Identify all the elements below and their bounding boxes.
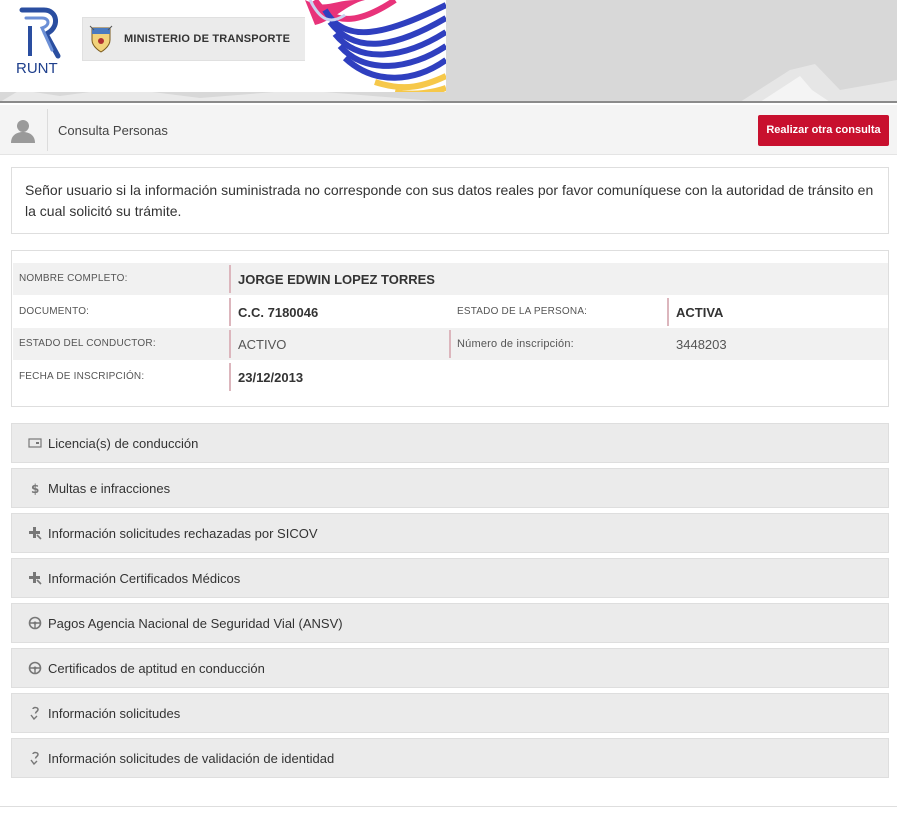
section-label: Información Certificados Médicos (48, 571, 241, 586)
fecha-label: FECHA DE INSCRIPCIÓN: (19, 371, 145, 382)
ministry-name: MINISTERIO DE TRANSPORTE (124, 33, 291, 45)
site-header: RUNT MINISTERIO DE TRANSPORTE (0, 0, 897, 103)
inscripcion-num-value: 3448203 (676, 337, 727, 352)
titlebar-separator (47, 109, 48, 151)
section-aptitud[interactable]: Certificados de aptitud en conducción (11, 648, 889, 688)
info-row-nombre: NOMBRE COMPLETO: JORGE EDWIN LOPEZ TORRE… (13, 263, 888, 295)
footer-divider (0, 806, 897, 807)
info-row-documento: DOCUMENTO: C.C. 7180046 ESTADO DE LA PER… (13, 296, 888, 328)
page-titlebar: Consulta Personas Realizar otra consulta (0, 105, 897, 155)
question-arrow-icon (30, 706, 39, 720)
person-info-card: NOMBRE COMPLETO: JORGE EDWIN LOPEZ TORRE… (11, 250, 889, 407)
section-label: Información solicitudes de validación de… (48, 751, 335, 766)
nombre-value: JORGE EDWIN LOPEZ TORRES (238, 272, 435, 287)
section-certificados-medicos[interactable]: Información Certificados Médicos (11, 558, 889, 598)
license-card-icon (28, 438, 42, 448)
section-validacion-identidad[interactable]: Información solicitudes de validación de… (11, 738, 889, 778)
medical-cross-icon (29, 572, 42, 585)
dollar-icon: $ (31, 482, 39, 495)
section-label: Licencia(s) de conducción (48, 436, 199, 451)
estado-persona-label: ESTADO DE LA PERSONA: (457, 306, 588, 317)
notice-message: Señor usuario si la información suminist… (11, 167, 889, 234)
section-label: Información solicitudes rechazadas por S… (48, 526, 318, 541)
estado-conductor-value: ACTIVO (238, 337, 287, 352)
section-label: Certificados de aptitud en conducción (48, 661, 265, 676)
header-divider (0, 101, 897, 103)
colombia-shield-icon (89, 25, 113, 53)
new-query-button[interactable]: Realizar otra consulta (758, 115, 889, 146)
section-sicov[interactable]: Información solicitudes rechazadas por S… (11, 513, 889, 553)
steering-wheel-icon (28, 661, 42, 675)
info-row-fecha: FECHA DE INSCRIPCIÓN: 23/12/2013 (13, 361, 888, 393)
nombre-label: NOMBRE COMPLETO: (19, 273, 128, 284)
section-label: Pagos Agencia Nacional de Seguridad Vial… (48, 616, 343, 631)
estado-conductor-label: ESTADO DEL CONDUCTOR: (19, 338, 156, 349)
section-ansv[interactable]: Pagos Agencia Nacional de Seguridad Vial… (11, 603, 889, 643)
flag-waves-decoration (305, 0, 446, 92)
inscripcion-num-label: Número de inscripción: (457, 338, 574, 350)
svg-text:$: $ (31, 482, 39, 495)
section-solicitudes[interactable]: Información solicitudes (11, 693, 889, 733)
field-divider (229, 298, 231, 326)
section-licencias[interactable]: Licencia(s) de conducción (11, 423, 889, 463)
user-icon (11, 120, 35, 143)
section-multas[interactable]: $ Multas e infracciones (11, 468, 889, 508)
field-divider (229, 265, 231, 293)
fecha-value: 23/12/2013 (238, 370, 304, 385)
estado-persona-value: ACTIVA (676, 305, 724, 320)
question-arrow-icon (30, 751, 39, 765)
steering-wheel-icon (28, 616, 42, 630)
section-label: Multas e infracciones (48, 481, 171, 496)
ministry-badge[interactable]: MINISTERIO DE TRANSPORTE (82, 17, 307, 61)
field-divider (229, 363, 231, 391)
info-row-conductor: ESTADO DEL CONDUCTOR: ACTIVO Número de i… (13, 328, 888, 360)
field-divider (667, 298, 669, 326)
section-label: Información solicitudes (48, 706, 181, 721)
field-divider (449, 330, 451, 358)
field-divider (229, 330, 231, 358)
documento-value: C.C. 7180046 (238, 305, 319, 320)
medical-cross-icon (29, 527, 42, 540)
runt-logo-text: RUNT (16, 60, 58, 77)
documento-label: DOCUMENTO: (19, 306, 90, 317)
page-title: Consulta Personas (58, 123, 168, 138)
